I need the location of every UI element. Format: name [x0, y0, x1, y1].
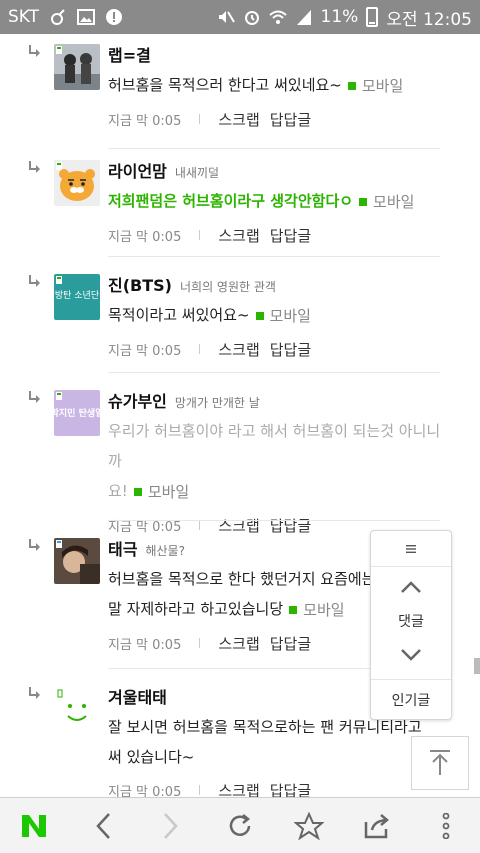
mobile-badge: 모바일	[347, 71, 403, 101]
reply-button[interactable]: 답답글	[270, 339, 311, 360]
comment-nickname[interactable]: 진(BTS)	[108, 272, 172, 296]
bookmark-star-icon[interactable]	[285, 802, 333, 850]
comment-nickname[interactable]: 랩=결	[108, 42, 151, 66]
back-icon[interactable]	[79, 802, 127, 850]
wifi-icon	[268, 10, 287, 24]
battery-icon	[366, 7, 379, 27]
member-title: 망개가 만개한 날	[174, 396, 260, 410]
member-title: 너희의 영원한 관객	[179, 280, 276, 294]
comment-text: 저희팬덤은 허브홈이라구 생각안함다ㅇ 모바일	[108, 186, 452, 217]
member-title: 해산물?	[145, 544, 185, 558]
mute-icon	[218, 11, 235, 23]
mobile-badge: 모바일	[133, 477, 189, 507]
avatar[interactable]	[54, 44, 100, 90]
arrow-up-icon	[430, 750, 450, 775]
battery-percent: 11%	[320, 7, 359, 27]
reply-arrow-icon	[29, 275, 40, 287]
carrier-label: SKT	[8, 7, 40, 27]
chevron-down-icon[interactable]	[371, 635, 451, 675]
mobile-badge: 모바일	[359, 187, 414, 217]
comment-nickname[interactable]: 라이언맘	[108, 158, 167, 182]
comment-time: 지금 막 0:05	[108, 519, 182, 535]
mobile-badge: 모바일	[255, 301, 311, 331]
reply-button[interactable]: 답답글	[270, 780, 311, 798]
alarm-icon	[244, 11, 259, 25]
comment-time: 지금 막 0:05	[108, 229, 182, 245]
forward-icon[interactable]	[147, 802, 195, 850]
scroll-to-top-button[interactable]	[411, 736, 469, 790]
reply-arrow-icon	[29, 45, 40, 57]
browser-toolbar	[0, 797, 480, 853]
signal-icon	[296, 10, 311, 25]
svg-text:박지민 탄생일: 박지민 탄생일	[54, 407, 100, 419]
comment-nav-panel: 댓글 인기글	[370, 530, 452, 720]
avatar[interactable]: 박지민 탄생일	[54, 390, 100, 436]
naver-home-icon[interactable]	[10, 802, 58, 850]
comments-label[interactable]: 댓글	[371, 607, 451, 635]
share-icon[interactable]	[353, 802, 401, 850]
scrap-button[interactable]: 스크랩	[218, 339, 259, 360]
clock: 오전 12:05	[386, 9, 472, 30]
popular-posts-button[interactable]: 인기글	[371, 679, 451, 719]
more-options-icon[interactable]	[422, 802, 470, 850]
avatar[interactable]	[54, 686, 100, 732]
avatar[interactable]: 방탄 소년단	[54, 274, 100, 320]
comment-nickname[interactable]: 태극	[108, 536, 137, 560]
scrap-button[interactable]: 스크랩	[218, 225, 259, 246]
menu-icon[interactable]	[371, 531, 451, 567]
comment-nickname[interactable]: 겨울태태	[108, 684, 167, 708]
reply-button[interactable]: 답답글	[270, 633, 311, 654]
scrap-button[interactable]: 스크랩	[218, 633, 259, 654]
alert-icon	[106, 9, 123, 25]
reply-arrow-icon	[29, 539, 40, 551]
gallery-icon	[77, 9, 96, 25]
comment-nickname[interactable]: 슈가부인	[108, 388, 167, 412]
comment-text: 잘 보시면 허브홈을 목적으로하는 팬 커뮤니티라고 써 있습니다~	[108, 718, 422, 766]
reply-button[interactable]: 답답글	[270, 515, 311, 536]
reply-button[interactable]: 답답글	[270, 109, 311, 130]
scrollbar-thumb[interactable]	[474, 658, 480, 674]
notification-icon	[51, 9, 65, 25]
comment-text: 우리가 허브홈이야 라고 해서 허브홈이 되는것 아니니까 요! 모바일	[108, 416, 452, 507]
comment-time: 지금 막 0:05	[108, 113, 182, 129]
comment-time: 지금 막 0:05	[108, 784, 182, 798]
reply-arrow-icon	[29, 161, 40, 173]
comment-time: 지금 막 0:05	[108, 637, 182, 653]
status-bar: SKT 11% 오전 12:05	[0, 0, 480, 34]
scrap-button[interactable]: 스크랩	[218, 109, 259, 130]
comment-text: 허브홈을 목적으러 한다고 써있네요~ 모바일	[108, 70, 452, 101]
reply-arrow-icon	[29, 687, 40, 699]
avatar[interactable]	[54, 160, 100, 206]
avatar[interactable]	[54, 538, 100, 584]
scrap-button[interactable]: 스크랩	[218, 515, 259, 536]
member-title: 내새끼덜	[174, 166, 220, 180]
chevron-up-icon[interactable]	[371, 567, 451, 607]
comment-text: 목적이라고 써있어요~ 모바일	[108, 300, 452, 331]
reply-button[interactable]: 답답글	[270, 225, 311, 246]
comment-time: 지금 막 0:05	[108, 343, 182, 359]
mobile-badge: 모바일	[289, 595, 345, 625]
reply-arrow-icon	[29, 391, 40, 403]
scrap-button[interactable]: 스크랩	[218, 780, 259, 798]
svg-text:방탄 소년단: 방탄 소년단	[55, 290, 99, 301]
refresh-icon[interactable]	[216, 802, 264, 850]
